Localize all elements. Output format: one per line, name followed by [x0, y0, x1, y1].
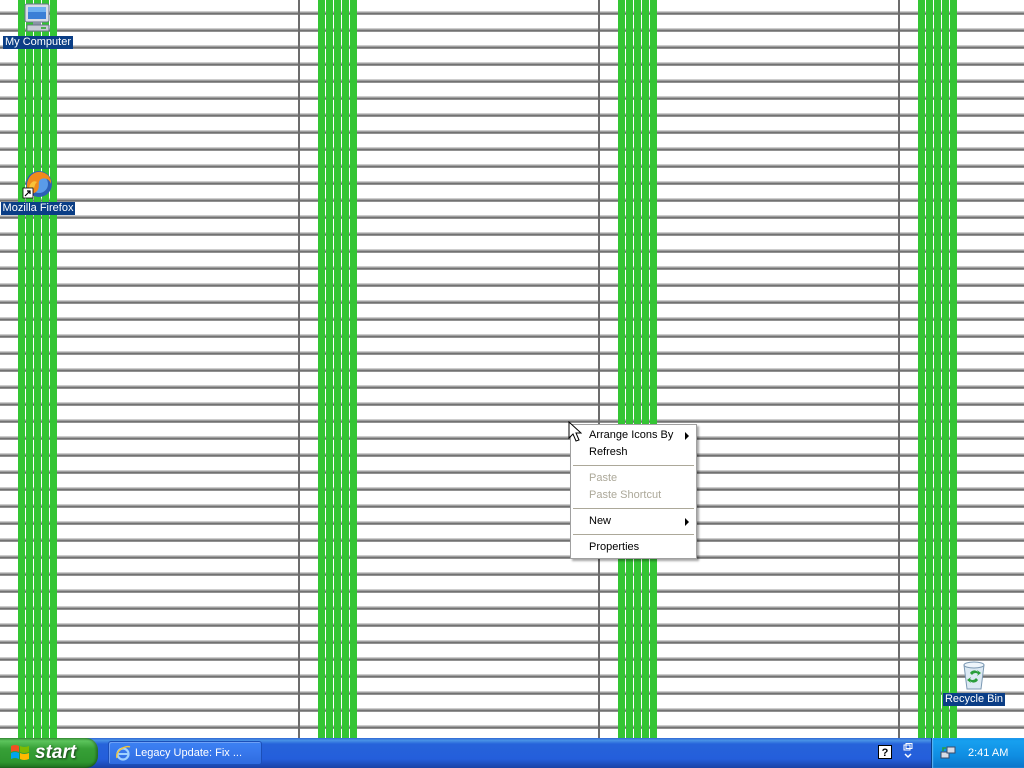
menu-item-refresh[interactable]: Refresh — [571, 444, 696, 461]
menu-separator — [571, 461, 696, 470]
desktop-icon-my-computer[interactable]: My Computer — [0, 2, 76, 49]
clock[interactable]: 2:41 AM — [968, 747, 1008, 759]
desktop-icon-label: Recycle Bin — [942, 693, 1006, 706]
desktop-icon-label: My Computer — [2, 36, 74, 49]
taskbar: start Legacy Update: Fix ... 2:41 AM — [0, 738, 1024, 768]
desktop-wallpaper[interactable] — [0, 0, 1024, 738]
menu-item-arrange-icons-by[interactable]: Arrange Icons By — [571, 427, 696, 444]
menu-item-label: Properties — [589, 541, 640, 553]
internet-explorer-icon — [115, 745, 131, 761]
desktop-context-menu: Arrange Icons By Refresh Paste Paste Sho… — [570, 424, 697, 559]
desktop-icon-label: Mozilla Firefox — [0, 202, 76, 215]
system-tray: 2:41 AM — [931, 738, 1024, 768]
windows-logo-icon — [10, 743, 30, 763]
menu-item-new[interactable]: New — [571, 513, 696, 530]
desktop-icon-recycle-bin[interactable]: Recycle Bin — [936, 659, 1012, 706]
start-button[interactable]: start — [0, 738, 98, 768]
menu-separator — [571, 530, 696, 539]
menu-item-label: Arrange Icons By — [589, 429, 674, 441]
menu-item-label: Paste — [589, 472, 618, 484]
recycle-bin-icon — [957, 659, 991, 691]
mouse-pointer-icon — [568, 420, 583, 446]
my-computer-icon — [21, 2, 55, 34]
menu-item-paste: Paste — [571, 470, 696, 487]
menu-item-properties[interactable]: Properties — [571, 539, 696, 556]
firefox-icon — [21, 168, 55, 200]
show-hidden-icons-icon[interactable] — [902, 743, 914, 764]
menu-separator — [571, 504, 696, 513]
menu-item-paste-shortcut: Paste Shortcut — [571, 487, 696, 504]
submenu-arrow-icon — [685, 518, 689, 526]
network-icon[interactable] — [940, 745, 956, 761]
desktop-icon-mozilla-firefox[interactable]: Mozilla Firefox — [0, 168, 76, 215]
svg-text:?: ? — [882, 747, 889, 759]
start-label: start — [35, 742, 77, 763]
taskbar-button-label: Legacy Update: Fix ... — [135, 747, 242, 759]
help-icon[interactable]: ? — [878, 745, 892, 762]
menu-item-label: Refresh — [589, 446, 628, 458]
submenu-arrow-icon — [685, 432, 689, 440]
menu-item-label: Paste Shortcut — [589, 489, 662, 501]
taskbar-button-legacy-update[interactable]: Legacy Update: Fix ... — [108, 741, 262, 765]
menu-item-label: New — [589, 515, 612, 527]
